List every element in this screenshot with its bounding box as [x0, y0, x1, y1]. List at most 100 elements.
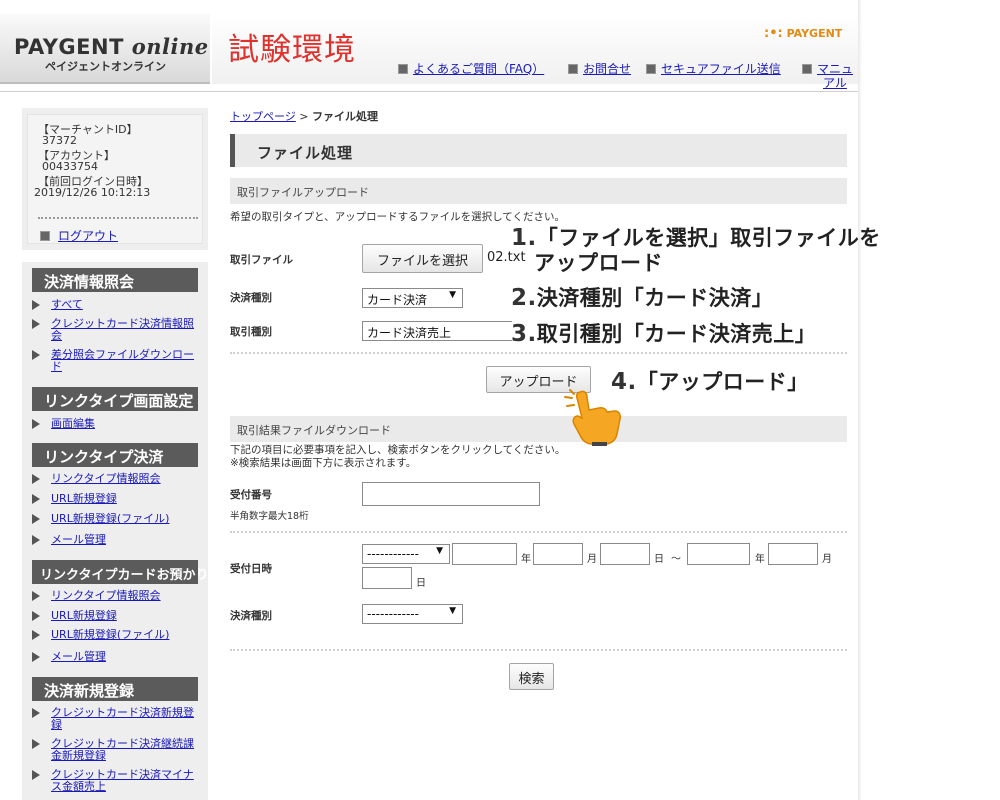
sidebar-item-screen-edit: 画面編集 [32, 418, 202, 430]
logo-online-text: online [131, 34, 209, 59]
logout-link[interactable]: ログアウト [58, 229, 118, 243]
brand-name: PAYGENT [786, 27, 843, 40]
sidebar-link-diff-download[interactable]: 差分照会ファイルダウンロー [51, 349, 202, 361]
range-tilde: ～ [671, 554, 681, 565]
logo-text: PAYGENT [14, 35, 124, 59]
triangle-bullet-icon [32, 419, 40, 429]
triangle-bullet-icon [32, 319, 40, 329]
sidebar-item-card-info: リンクタイプ情報照会 [32, 590, 202, 602]
logo-main: PAYGENT online [14, 34, 209, 59]
account-info: 【マーチャントID】 37372 【アカウント】 00433754 【前回ログイ… [27, 114, 203, 244]
account-panel: 【マーチャントID】 37372 【アカウント】 00433754 【前回ログイ… [22, 108, 208, 250]
annotation-step-2: 2.決済種別「カード決済」 [511, 286, 773, 310]
sidebar-section-link-screen: リンクタイプ画面設定 [32, 387, 198, 411]
step-text: 「アップロード」 [636, 370, 809, 394]
sidebar-link-credit-recurring-line2[interactable]: 金新規登録 [51, 750, 202, 762]
step-text: 取引種別「カード決済売上」 [536, 322, 817, 346]
nav-link-faq[interactable]: よくあるご質問（FAQ） [413, 62, 544, 76]
nav-item-manual-wrap: アル [823, 74, 847, 91]
step-number: 3. [511, 321, 537, 347]
day-unit: 日 [416, 578, 426, 589]
sidebar-item-all: すべて [32, 299, 202, 311]
sidebar-item-credit-inquiry: クレジットカード決済情報照会 [32, 318, 202, 342]
sidebar-item-card-url-new-file: URL新規登録(ファイル) [32, 629, 202, 641]
nav-link-manual-line2[interactable]: アル [823, 76, 847, 90]
merchant-id: 37372 [42, 134, 77, 147]
sidebar-link-credit-minus-line2[interactable]: ス金額売上 [51, 781, 202, 793]
sidebar-link-url-new-file[interactable]: URL新規登録(ファイル) [51, 513, 202, 525]
nav-item-contact: お問合せ [568, 60, 631, 77]
triangle-bullet-icon [32, 708, 40, 718]
divider [230, 352, 847, 354]
triangle-bullet-icon [32, 591, 40, 601]
transaction-type-label: 取引種別 [230, 326, 272, 338]
sidebar-section-link-card: リンクタイプカードお預かり [32, 560, 208, 584]
sidebar-item-card-mail: メール管理 [32, 651, 202, 663]
search-button[interactable]: 検索 [509, 663, 554, 690]
sidebar-link-credit-new-line2[interactable]: 録 [51, 719, 202, 731]
sidebar-link-credit-inquiry[interactable]: クレジットカード決済情報照 [51, 318, 202, 330]
from-year-input[interactable] [452, 543, 517, 565]
sidebar-link-card-url-new[interactable]: URL新規登録 [51, 610, 202, 622]
receipt-number-input[interactable] [362, 482, 540, 506]
to-year-input[interactable] [687, 543, 750, 565]
nav-link-secure-file[interactable]: セキュアファイル送信 [661, 62, 781, 76]
page: PAYGENT online ペイジェントオンライン 試験環境 :•: PAYG… [0, 0, 1000, 800]
selected-file-name: 02.txt [487, 250, 526, 265]
sidebar-link-all[interactable]: すべて [51, 299, 202, 311]
sidebar-link-url-new[interactable]: URL新規登録 [51, 493, 202, 505]
sidebar-item-card-url-new: URL新規登録 [32, 610, 202, 622]
sidebar-link-card-url-new-file[interactable]: URL新規登録(ファイル) [51, 629, 202, 641]
sidebar-link-link-info[interactable]: リンクタイプ情報照会 [51, 473, 202, 485]
nav-item-faq: よくあるご質問（FAQ） [398, 60, 544, 77]
square-bullet-icon [646, 64, 656, 74]
upload-description: 希望の取引タイプと、アップロードするファイルを選択してください。 [230, 211, 565, 223]
sidebar-item-url-new-file: URL新規登録(ファイル) [32, 513, 202, 525]
from-day-input[interactable] [600, 543, 650, 565]
sidebar-section-link-payment: リンクタイプ決済 [32, 443, 198, 467]
triangle-bullet-icon [32, 300, 40, 310]
page-edge-shadow [858, 0, 862, 800]
search-payment-type-value: ------------ [367, 607, 419, 621]
sidebar-link-card-info[interactable]: リンクタイプ情報照会 [51, 590, 202, 602]
square-bullet-icon [398, 64, 408, 74]
sidebar-link-card-mail[interactable]: メール管理 [51, 651, 202, 663]
to-day-input[interactable] [362, 567, 412, 589]
step-number: 2. [511, 285, 537, 311]
annotation-step-4: 4.「アップロード」 [611, 370, 809, 394]
sidebar-link-credit-inquiry-line2[interactable]: 会 [51, 330, 202, 342]
pointing-hand-icon [564, 389, 621, 446]
search-payment-type-select[interactable]: ------------ ▼ [362, 604, 463, 624]
payment-type-select[interactable]: カード決済 ▼ [362, 288, 463, 308]
annotation-step-1: 1.「ファイルを選択」取引ファイルを [511, 226, 881, 250]
sidebar-link-mail[interactable]: メール管理 [51, 534, 202, 546]
receipt-number-label: 受付番号 [230, 489, 272, 501]
logo-subtitle: ペイジェントオンライン [45, 60, 166, 73]
header-nav: よくあるご質問（FAQ） お問合せ セキュアファイル送信 マニュ アル [398, 60, 858, 90]
choose-file-button[interactable]: ファイルを選択 [362, 244, 483, 273]
to-month-input[interactable] [768, 543, 818, 565]
from-month-input[interactable] [533, 543, 583, 565]
square-bullet-icon [568, 64, 578, 74]
divider [230, 649, 847, 651]
sidebar-link-diff-download-line2[interactable]: ド [51, 361, 202, 373]
sidebar-link-credit-new[interactable]: クレジットカード決済新規登 [51, 707, 202, 719]
breadcrumb-home-link[interactable]: トップページ [230, 110, 296, 123]
nav-link-contact[interactable]: お問合せ [583, 62, 631, 76]
triangle-bullet-icon [32, 535, 40, 545]
page-title: ファイル処理 [230, 134, 847, 167]
environment-title: 試験環境 [228, 32, 356, 68]
triangle-bullet-icon [32, 652, 40, 662]
sidebar-item-mail: メール管理 [32, 534, 202, 546]
step-number: 1. [511, 225, 537, 251]
breadcrumb-current: ファイル処理 [312, 110, 378, 123]
sidebar-link-screen-edit[interactable]: 画面編集 [51, 418, 202, 430]
triangle-bullet-icon [32, 611, 40, 621]
divider [38, 217, 198, 219]
logo[interactable]: PAYGENT online ペイジェントオンライン [0, 14, 210, 84]
sidebar: 決済情報照会 すべて クレジットカード決済情報照会 差分照会ファイルダウンロード… [22, 262, 208, 800]
transaction-type-value: カード決済売上 [367, 326, 452, 340]
step-text: 決済種別「カード決済」 [536, 286, 774, 310]
date-type-select[interactable]: ------------ ▼ [362, 544, 450, 564]
transaction-type-select[interactable]: カード決済売上 [362, 321, 512, 341]
